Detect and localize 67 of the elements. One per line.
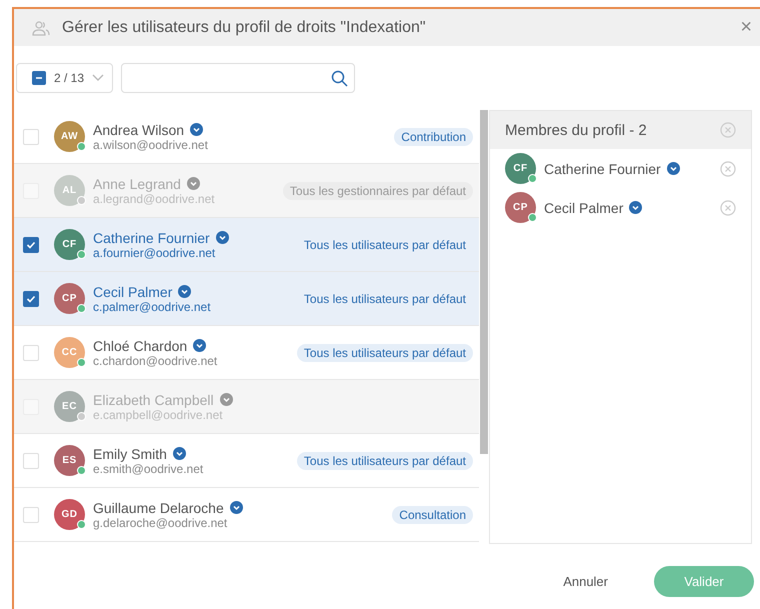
avatar: CC (54, 337, 85, 368)
chevron-badge-icon (193, 339, 206, 352)
role-tag: Tous les utilisateurs par défaut (296, 290, 473, 308)
search-icon (331, 70, 348, 86)
select-all-dropdown[interactable]: 2 / 13 (16, 63, 114, 93)
checkbox[interactable] (23, 236, 39, 252)
user-name: Guillaume Delaroche (93, 500, 224, 516)
user-email: e.campbell@oodrive.net (93, 408, 224, 422)
avatar: CF (505, 153, 536, 184)
member-name: Cecil Palmer (544, 200, 624, 216)
user-row[interactable]: CF Catherine Fournier a.fournier@oodrive.net Tous les utilisateurs par défaut (14, 218, 479, 272)
members-title: Membres du profil - 2 (505, 122, 647, 138)
chevron-badge-icon (230, 501, 243, 514)
chevron-down-icon (92, 74, 104, 82)
user-email: e.smith@oodrive.net (93, 462, 204, 476)
role-tag: Tous les utilisateurs par défaut (296, 344, 473, 362)
user-email: g.delaroche@oodrive.net (93, 516, 228, 530)
chevron-badge-icon (190, 123, 204, 136)
user-email: a.legrand@oodrive.net (93, 192, 216, 206)
avatar: CF (54, 229, 85, 260)
remove-icon[interactable] (720, 160, 736, 176)
avatar: ES (54, 445, 85, 476)
user-name: Andrea Wilson (93, 122, 184, 138)
user-name: Anne Legrand (93, 176, 181, 192)
clear-all-icon[interactable] (720, 122, 736, 138)
user-name: Chloé Chardon (93, 338, 188, 354)
chevron-badge-icon (666, 162, 680, 175)
user-email: c.palmer@oodrive.net (93, 300, 212, 314)
role-tag: Tous les gestionnaires par défaut (282, 182, 473, 200)
chevron-badge-icon (220, 393, 233, 406)
search-field[interactable] (121, 63, 356, 93)
user-name: Cecil Palmer (93, 284, 172, 300)
avatar: AL (54, 175, 85, 206)
scrollbar[interactable] (480, 110, 488, 454)
user-name: Emily Smith (93, 446, 167, 462)
checkbox[interactable] (23, 290, 39, 306)
chevron-badge-icon (172, 447, 186, 460)
chevron-badge-icon (178, 285, 192, 298)
window-title: Gérer les utilisateurs du profil de droits "Indexation" (62, 18, 427, 36)
select-all-checkbox[interactable] (32, 71, 46, 85)
user-row[interactable]: CP Cecil Palmer c.palmer@oodrive.net Tous les utilisateurs par défaut (14, 272, 479, 326)
user-row[interactable]: ES Emily Smith e.smith@oodrive.net Tous les utilisateurs par défaut (14, 434, 479, 488)
user-name: Elizabeth Campbell (93, 392, 214, 408)
check-icon (26, 240, 36, 250)
member-name: Catherine Fournier (544, 160, 661, 176)
cancel-button[interactable]: Annuler (557, 573, 614, 590)
role-tag: Tous les utilisateurs par défaut (296, 452, 473, 470)
avatar: CP (54, 283, 85, 314)
user-name: Catherine Fournier (93, 230, 210, 246)
users-icon (32, 20, 50, 36)
role-tag: Consultation (392, 506, 473, 524)
role-tag: Contribution (394, 128, 473, 146)
user-row[interactable]: GD Guillaume Delaroche g.delaroche@oodrive.net Consultation (14, 488, 479, 542)
user-row[interactable]: CC Chloé Chardon c.chardon@oodrive.net Tous les utilisateurs par défaut (14, 326, 479, 380)
chevron-badge-icon (216, 231, 229, 244)
avatar: CP (505, 192, 536, 223)
check-icon (26, 294, 36, 304)
user-email: c.chardon@oodrive.net (93, 354, 218, 368)
avatar: EC (54, 391, 85, 422)
user-email: a.fournier@oodrive.net (93, 246, 216, 260)
chevron-badge-icon (186, 177, 200, 190)
user-email: a.wilson@oodrive.net (93, 138, 209, 152)
remove-icon[interactable] (720, 200, 736, 216)
chevron-badge-icon (629, 201, 642, 214)
avatar: GD (54, 499, 85, 530)
avatar: AW (54, 121, 85, 152)
role-tag: Tous les utilisateurs par défaut (296, 236, 473, 254)
